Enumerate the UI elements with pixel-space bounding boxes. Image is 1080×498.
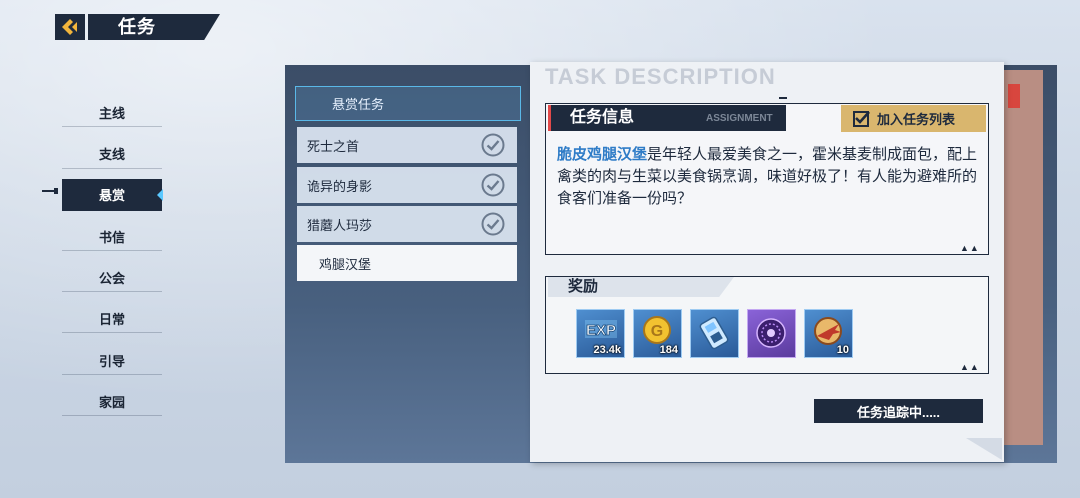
checkbox-icon (853, 110, 870, 127)
svg-text:EXP: EXP (586, 322, 616, 339)
back-arrow-icon (62, 19, 77, 35)
reward-title: 奖励 (568, 278, 599, 295)
assignment-tag: ASSIGNMENT (706, 113, 773, 124)
reward-exp[interactable]: EXP 23.4k (576, 309, 625, 358)
nav-item-side[interactable]: 支线 (62, 133, 162, 174)
task-item-2[interactable]: 诡异的身影 (297, 167, 517, 203)
corner-triangles-icon: ▲▲ (960, 362, 980, 372)
reward-count: 23.4k (593, 344, 621, 356)
check-circle-icon (481, 173, 505, 197)
nav-item-label: 悬赏 (98, 188, 125, 204)
task-item-label: 鸡腿汉堡 (319, 256, 372, 272)
nav-item-bounty[interactable]: 悬赏 (62, 178, 163, 211)
corner-triangles-icon: ▲▲ (960, 243, 980, 253)
task-item-label: 死士之首 (307, 138, 360, 154)
task-list-header: 悬赏任务 (295, 86, 521, 121)
nav-item-home[interactable]: 家园 (62, 381, 162, 422)
reward-count: 10 (836, 344, 849, 356)
nav-item-label: 主线 (98, 106, 125, 122)
task-item-label: 诡异的身影 (307, 178, 373, 194)
nav-item-label: 日常 (98, 312, 125, 328)
nav-active-marker (42, 188, 58, 194)
purple-orb-icon (756, 318, 786, 348)
reward-plane-badge[interactable]: 10 (804, 309, 853, 358)
nav-item-label: 引导 (98, 353, 125, 369)
item-name-highlight: 脆皮鸡腿汉堡 (557, 146, 648, 163)
nav-item-daily[interactable]: 日常 (62, 298, 162, 339)
nav-item-label: 支线 (98, 147, 125, 163)
back-button[interactable] (55, 14, 85, 40)
check-circle-icon (481, 212, 505, 236)
reward-orb[interactable] (747, 309, 796, 358)
svg-text:G: G (651, 323, 663, 340)
task-item-1[interactable]: 死士之首 (297, 127, 517, 163)
paper-stack (1003, 70, 1043, 445)
nav-item-label: 公会 (98, 271, 125, 287)
task-item-3[interactable]: 猎蘑人玛莎 (297, 206, 517, 242)
sidebar-nav: 主线 支线 悬赏 书信 公会 日常 引导 家园 (62, 92, 163, 422)
decor-dash (779, 97, 787, 99)
nav-item-guild[interactable]: 公会 (62, 257, 162, 298)
reward-chip[interactable] (690, 309, 739, 358)
nav-item-label: 家园 (98, 394, 125, 410)
chip-card-icon (699, 316, 729, 350)
check-circle-icon (481, 133, 505, 157)
page-title: 任务 (118, 17, 156, 37)
add-to-task-list-button[interactable]: 加入任务列表 (841, 105, 986, 132)
nav-item-guide[interactable]: 引导 (62, 339, 162, 380)
page-curl (966, 438, 1002, 460)
active-arrow-icon (157, 188, 163, 201)
task-tracking-button[interactable]: 任务追踪中..... (814, 399, 983, 423)
nav-item-main[interactable]: 主线 (62, 92, 162, 133)
task-item-label: 猎蘑人玛莎 (307, 217, 373, 233)
info-title: 任务信息 (570, 109, 635, 126)
card-watermark: TASK DESCRIPTION (545, 64, 776, 89)
paper-tab (1008, 84, 1020, 108)
reward-count: 184 (659, 344, 678, 356)
reward-gold[interactable]: G 184 (633, 309, 682, 358)
info-header-accent (548, 105, 551, 131)
task-item-4[interactable]: 鸡腿汉堡 (297, 245, 517, 281)
add-button-label: 加入任务列表 (877, 112, 956, 127)
task-description: 脆皮鸡腿汉堡是年轻人最爱美食之一，霍米基麦制成面包，配上禽类的肉与生菜以美食锅烹… (557, 144, 981, 210)
nav-item-letters[interactable]: 书信 (62, 216, 162, 257)
nav-item-label: 书信 (98, 229, 125, 245)
